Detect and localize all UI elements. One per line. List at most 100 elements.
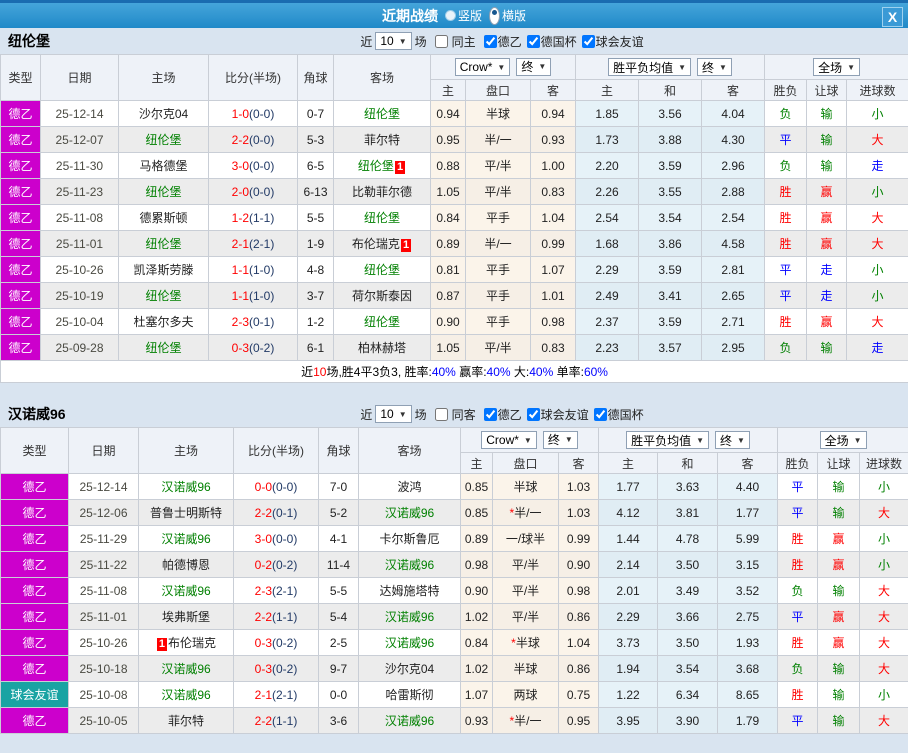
league-checkbox[interactable]: [593, 407, 607, 421]
team-link: 纽伦堡: [145, 185, 182, 199]
match-type-cell: 德乙: [0, 473, 69, 500]
avg-home-odds: 1.68: [575, 230, 640, 257]
full-time-score: 1-2: [231, 210, 249, 225]
odds-handicap: 半/一: [465, 230, 531, 257]
result-goals: 小: [859, 681, 908, 708]
avg-away-odds: 2.88: [701, 178, 766, 205]
col-header-score: 比分(半场): [233, 427, 319, 474]
avg-select[interactable]: 胜平负均值 ▼: [626, 431, 710, 449]
odds-home: 0.88: [430, 152, 466, 179]
full-time-score: 0-3: [254, 661, 272, 676]
subheader-handicap: 盘口: [465, 79, 531, 101]
match-date-cell: 25-12-14: [40, 100, 119, 127]
league-checkbox[interactable]: [483, 34, 497, 48]
avg-draw-odds: 3.59: [638, 152, 703, 179]
close-icon[interactable]: X: [882, 7, 903, 27]
league-checkbox[interactable]: [526, 407, 540, 421]
avg-away-odds: 3.68: [717, 655, 779, 682]
odds-handicap: 平/半: [492, 577, 559, 604]
odds-away: 0.94: [529, 100, 577, 127]
subheader-handicap-result: 让球: [806, 79, 848, 101]
odds-time-select[interactable]: 终 ▼: [542, 430, 578, 449]
avg-away-odds: 4.40: [717, 473, 779, 500]
subheader-outcome: 胜负: [777, 452, 819, 474]
half-time-score: (1-0): [249, 262, 275, 277]
result-outcome: 负: [764, 334, 808, 361]
bookmaker-select[interactable]: Crow* ▼: [454, 58, 511, 77]
league-checkbox[interactable]: [483, 407, 497, 421]
odds-home: 0.84: [430, 204, 466, 231]
avg-time-select[interactable]: 终 ▼: [715, 431, 750, 449]
team-link: 汉诺威96: [161, 480, 211, 494]
result-goals: 大: [859, 499, 908, 526]
avg-away-odds: 4.04: [701, 100, 766, 127]
radio-selected-icon[interactable]: [489, 6, 500, 25]
league-checkbox[interactable]: [581, 34, 595, 48]
avg-draw-odds: 3.59: [638, 256, 703, 283]
match-type-cell: 德乙: [0, 603, 69, 630]
team-link: 汉诺威96: [161, 688, 211, 702]
col-header-home: 主场: [118, 54, 209, 101]
result-outcome: 胜: [764, 230, 808, 257]
away-team-cell: 荷尔斯泰因: [333, 282, 431, 309]
avg-odds-header: 胜平负均值 ▼ 终 ▼: [575, 54, 766, 80]
result-goals: 大: [846, 204, 908, 231]
odds-away: 0.83: [529, 178, 577, 205]
odds-handicap: 平/半: [465, 178, 531, 205]
match-row: 德乙 25-12-06 普鲁士明斯特 2-2(0-1) 5-2 汉诺威96 0.85 *半/一…: [0, 499, 908, 526]
home-team-cell: 马格德堡: [118, 152, 209, 179]
result-goals: 大: [846, 308, 908, 335]
odds-home: 0.89: [430, 230, 466, 257]
same-venue-checkbox[interactable]: [434, 407, 448, 421]
avg-select[interactable]: 胜平负均值 ▼: [608, 58, 692, 76]
avg-away-odds: 1.77: [717, 499, 779, 526]
odds-home: 1.02: [460, 655, 493, 682]
avg-draw-odds: 3.41: [638, 282, 703, 309]
away-team-cell: 波鸿: [358, 473, 461, 500]
result-goals: 大: [859, 577, 908, 604]
bookmaker-select[interactable]: Crow* ▼: [481, 431, 537, 450]
odds-away: 0.90: [557, 551, 600, 578]
scope-select[interactable]: 全场 ▼: [813, 58, 861, 76]
result-handicap: 输: [806, 334, 848, 361]
radio-icon[interactable]: [444, 10, 456, 21]
home-team-cell: 汉诺威96: [138, 525, 234, 552]
scope-select[interactable]: 全场 ▼: [819, 431, 867, 449]
score-cell: 1-0(0-0): [208, 100, 298, 127]
match-count-select[interactable]: 10 ▼: [375, 405, 412, 423]
result-outcome: 负: [764, 100, 808, 127]
match-row: 德乙 25-09-28 纽伦堡 0-3(0-2) 6-1 柏林赫塔 1.05 平/半 0.83 2…: [0, 334, 908, 361]
result-outcome: 平: [777, 473, 819, 500]
odds-handicap: 平/半: [492, 551, 559, 578]
odds-time-select[interactable]: 终 ▼: [516, 57, 552, 76]
filterbar-team-2: 汉诺威96 近 10 ▼ 场 同客 德乙 球会友谊 德国杯: [0, 401, 908, 427]
match-row: 球会友谊 25-10-08 汉诺威96 2-1(2-1) 0-0 哈雷斯彻 1.07 两球 0.…: [0, 681, 908, 708]
layout-radio-horizontal[interactable]: 横版: [489, 6, 526, 25]
near-label: 近: [360, 34, 373, 49]
summary-segment: 近: [301, 365, 314, 379]
half-time-score: (0-0): [249, 158, 275, 173]
avg-home-odds: 1.85: [575, 100, 640, 127]
team-link: 汉诺威96: [161, 584, 211, 598]
result-outcome: 胜: [777, 551, 819, 578]
full-time-score: 1-1: [231, 262, 249, 277]
corner-cell: 3-6: [318, 707, 359, 734]
layout-radio-vertical[interactable]: 竖版: [444, 7, 482, 24]
result-handicap: 赢: [817, 603, 861, 630]
chevron-down-icon: ▼: [398, 36, 407, 46]
same-venue-checkbox[interactable]: [434, 34, 448, 48]
scope-header: 全场 ▼: [764, 54, 908, 80]
result-goals: 小: [859, 551, 908, 578]
match-date-cell: 25-11-23: [40, 178, 119, 205]
result-outcome: 胜: [777, 681, 819, 708]
odds-home: 1.05: [430, 178, 466, 205]
odds-home: 0.81: [430, 256, 466, 283]
summary-segment: 40%: [431, 365, 456, 379]
summary-segment: 单率:: [553, 365, 584, 379]
result-outcome: 胜: [764, 308, 808, 335]
match-count-select[interactable]: 10 ▼: [375, 32, 412, 50]
avg-time-select[interactable]: 终 ▼: [697, 58, 732, 76]
home-team-cell: 汉诺威96: [138, 655, 234, 682]
full-time-score: 2-3: [254, 583, 272, 598]
league-checkbox[interactable]: [526, 34, 540, 48]
